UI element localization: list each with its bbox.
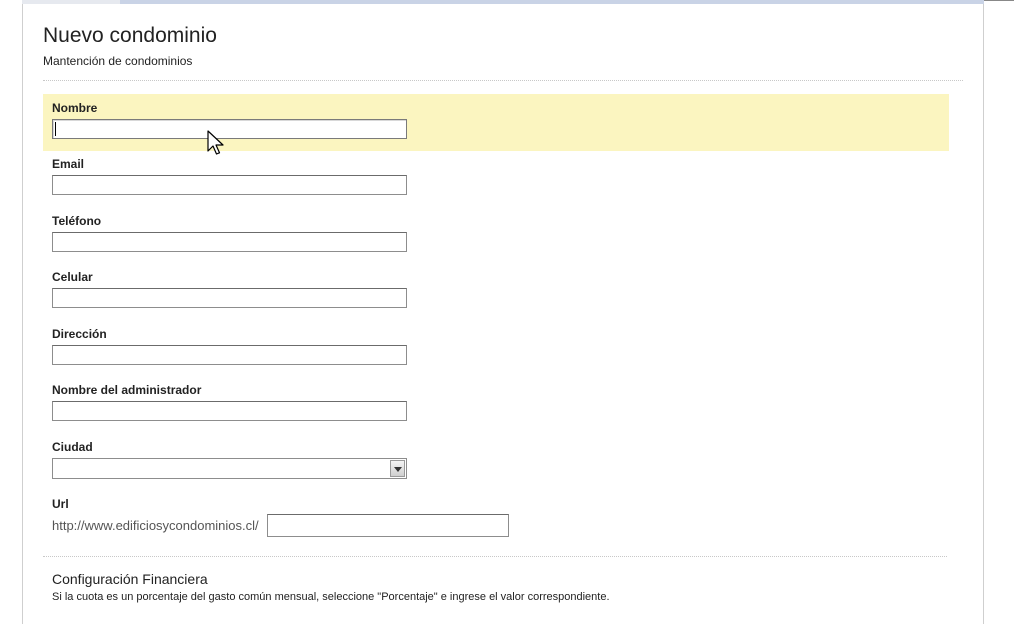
url-label: Url xyxy=(52,497,69,511)
url-prefix: http://www.edificiosycondominios.cl/ xyxy=(52,518,259,533)
telefono-label: Teléfono xyxy=(52,214,102,228)
mouse-pointer-icon xyxy=(207,130,224,155)
header-divider xyxy=(43,80,963,81)
ciudad-select[interactable] xyxy=(52,458,407,479)
url-input[interactable] xyxy=(267,514,509,537)
telefono-input[interactable] xyxy=(52,232,407,252)
nombre-input[interactable] xyxy=(52,119,407,139)
ciudad-label: Ciudad xyxy=(52,440,93,454)
direccion-input[interactable] xyxy=(52,345,407,365)
section-divider xyxy=(43,556,947,557)
celular-label: Celular xyxy=(52,270,93,284)
direccion-label: Dirección xyxy=(52,327,107,341)
financial-section-description: Si la cuota es un porcentaje del gasto c… xyxy=(52,591,610,603)
administrador-label: Nombre del administrador xyxy=(52,383,202,397)
page-title: Nuevo condominio xyxy=(43,24,217,47)
financial-section-title: Configuración Financiera xyxy=(52,571,208,587)
email-label: Email xyxy=(52,157,85,171)
celular-input[interactable] xyxy=(52,288,407,308)
top-bar-line xyxy=(984,0,1014,1)
chevron-down-icon[interactable] xyxy=(390,460,405,477)
text-caret xyxy=(55,122,56,136)
administrador-input[interactable] xyxy=(52,401,407,421)
nombre-label: Nombre xyxy=(52,101,98,115)
email-input[interactable] xyxy=(52,175,407,195)
page-subtitle: Mantención de condominios xyxy=(43,54,193,68)
